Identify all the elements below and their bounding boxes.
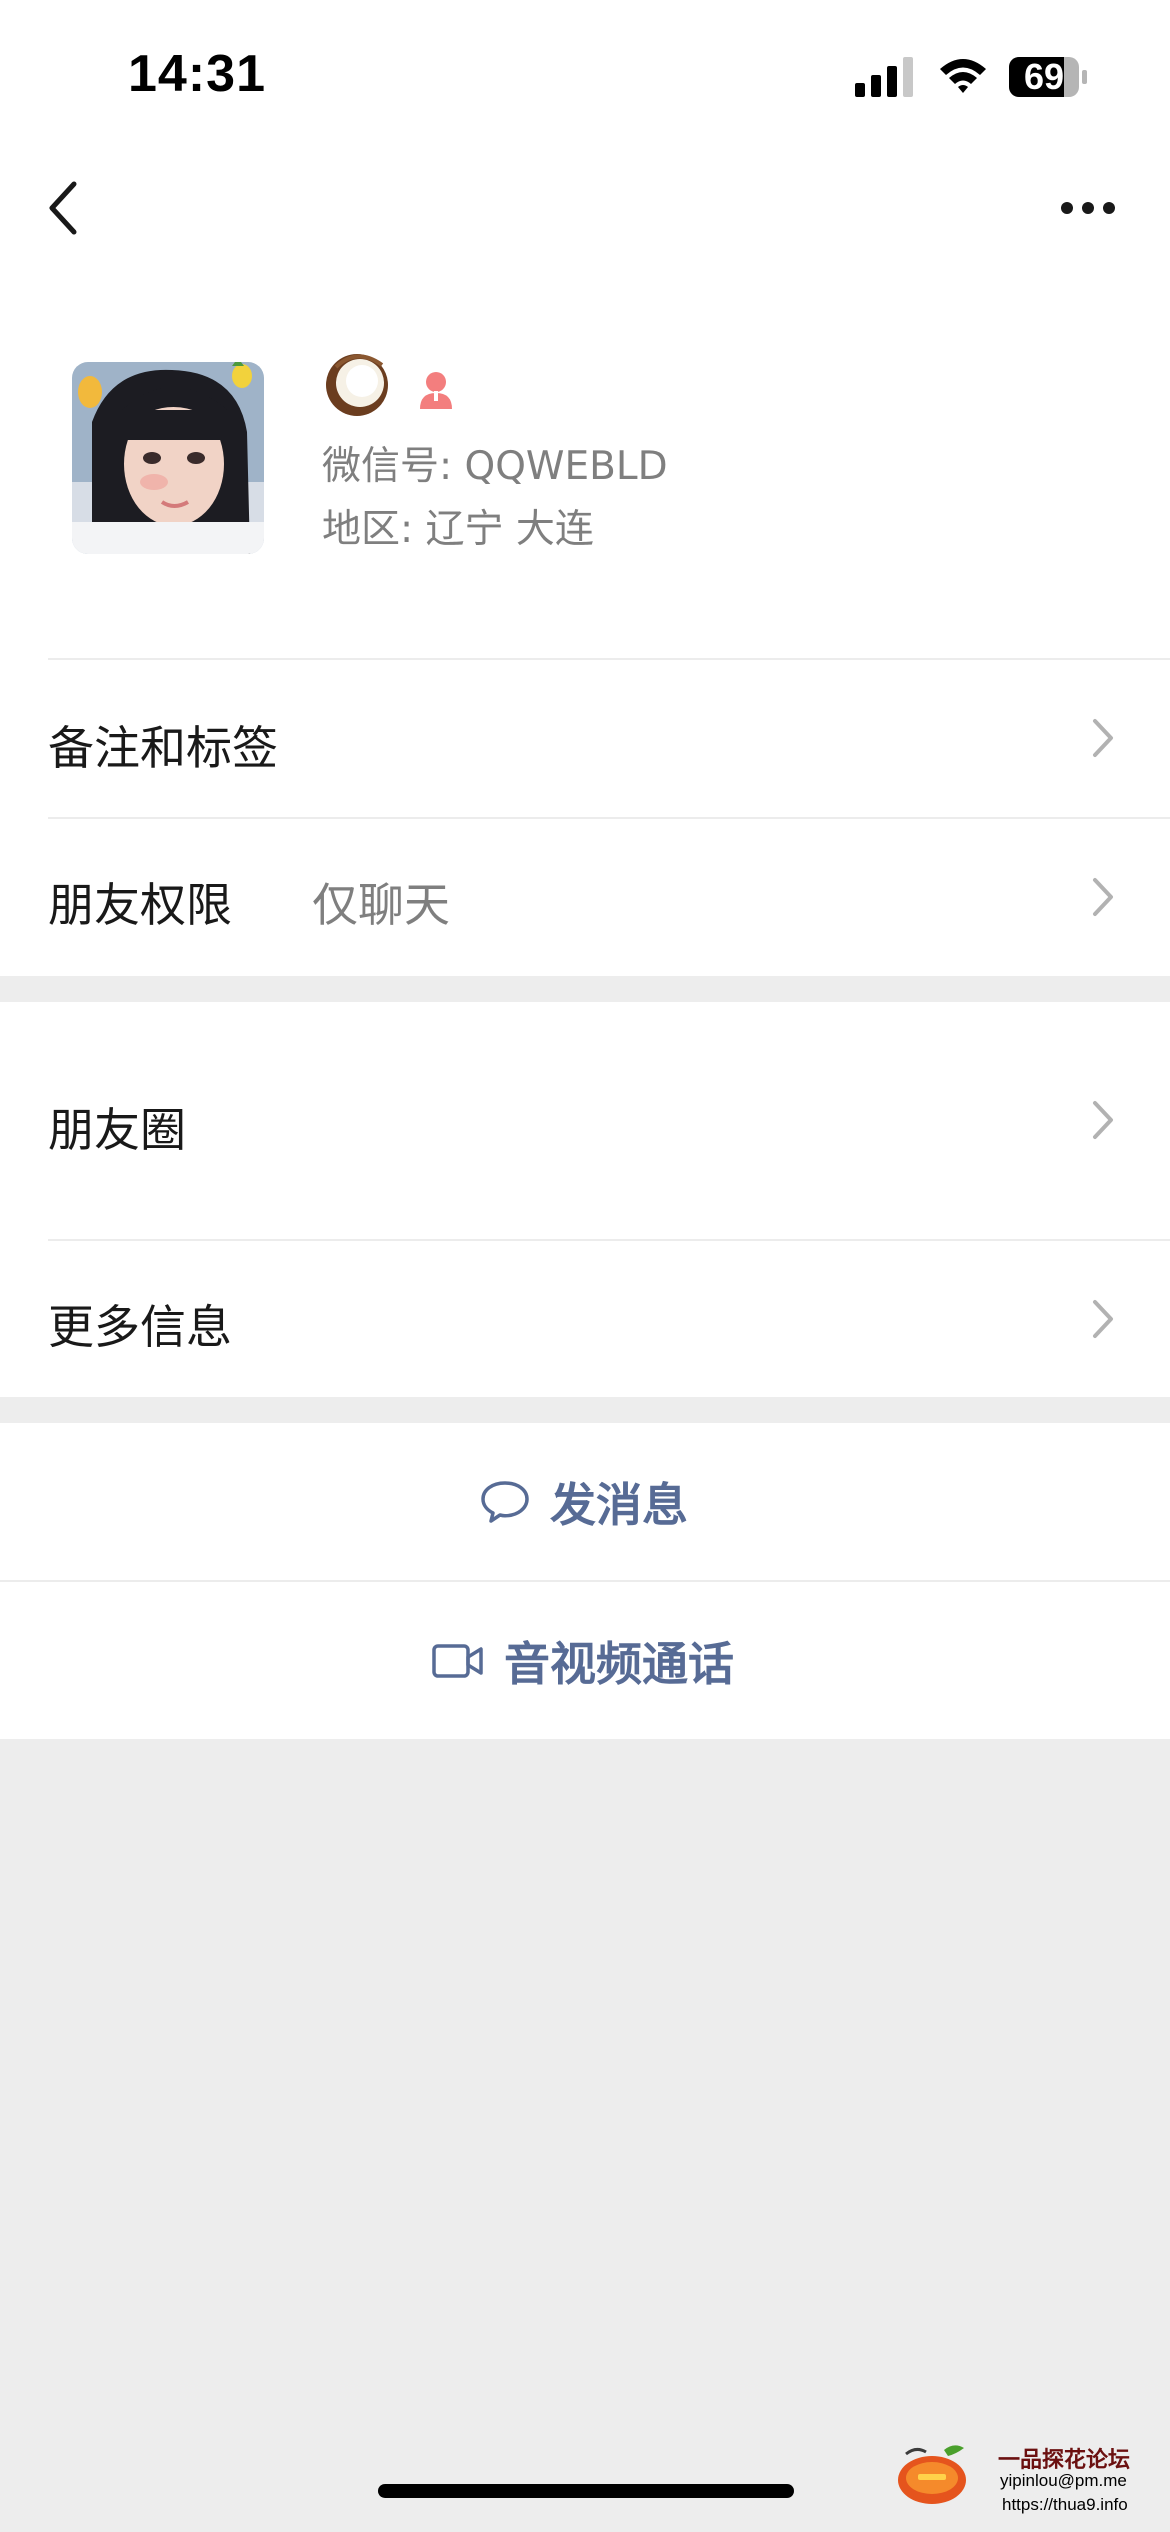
region: 地区: 辽宁 大连 xyxy=(322,507,594,552)
chevron-right-icon xyxy=(1093,1101,1113,1139)
more-info-row[interactable]: 更多信息 xyxy=(0,1241,1170,1397)
wechat-id: 微信号: QQWEBLD xyxy=(322,444,668,489)
friend-permissions-value: 仅聊天 xyxy=(312,878,450,932)
avatar[interactable] xyxy=(72,362,264,554)
video-call-content: 音视频通话 xyxy=(432,1582,734,1739)
more-info-label: 更多信息 xyxy=(48,1300,232,1354)
chevron-right-icon xyxy=(1093,1300,1113,1338)
send-message-label: 发消息 xyxy=(550,1477,688,1532)
friend-permissions-label: 朋友权限 xyxy=(48,878,232,932)
remarks-and-tags-row[interactable]: 备注和标签 xyxy=(0,660,1170,817)
settings-group-1: 备注和标签 朋友权限 仅聊天 xyxy=(0,660,1170,976)
cellular-signal-icon xyxy=(855,57,913,97)
watermark-logo xyxy=(898,2445,966,2504)
status-time: 14:31 xyxy=(128,45,266,103)
chevron-right-icon xyxy=(1093,719,1113,757)
ellipsis-icon[interactable] xyxy=(1060,200,1116,216)
chat-bubble-icon xyxy=(481,1480,529,1523)
moments-row[interactable]: 朋友圈 xyxy=(0,1002,1170,1239)
profile-header: 微信号: QQWEBLD 地区: 辽宁 大连 xyxy=(0,265,1170,660)
nav-bar xyxy=(0,150,1170,265)
chevron-left-icon[interactable] xyxy=(46,180,80,236)
female-icon xyxy=(420,372,452,409)
remarks-and-tags-label: 备注和标签 xyxy=(48,721,278,775)
wifi-icon xyxy=(940,59,986,93)
send-message-content: 发消息 xyxy=(480,1423,688,1580)
settings-group-2: 朋友圈 更多信息 xyxy=(0,1002,1170,1397)
moments-label: 朋友圈 xyxy=(48,1103,186,1157)
status-bar: 14:31 69 xyxy=(0,0,1170,150)
video-call-label: 音视频通话 xyxy=(504,1636,734,1691)
battery-level: 69 xyxy=(1023,56,1065,97)
video-camera-icon xyxy=(432,1643,483,1678)
watermark-url: https://thua9.info xyxy=(1002,2495,1128,2514)
home-indicator xyxy=(378,2484,794,2498)
coconut-emoji xyxy=(326,354,388,416)
watermark-title: 一品探花论坛 xyxy=(998,2448,1131,2473)
chevron-right-icon xyxy=(1093,878,1113,916)
video-call-button[interactable]: 音视频通话 xyxy=(0,1582,1170,1739)
friend-permissions-row[interactable]: 朋友权限 仅聊天 xyxy=(0,819,1170,976)
watermark-email: yipinlou@pm.me xyxy=(1000,2471,1127,2490)
send-message-button[interactable]: 发消息 xyxy=(0,1423,1170,1580)
